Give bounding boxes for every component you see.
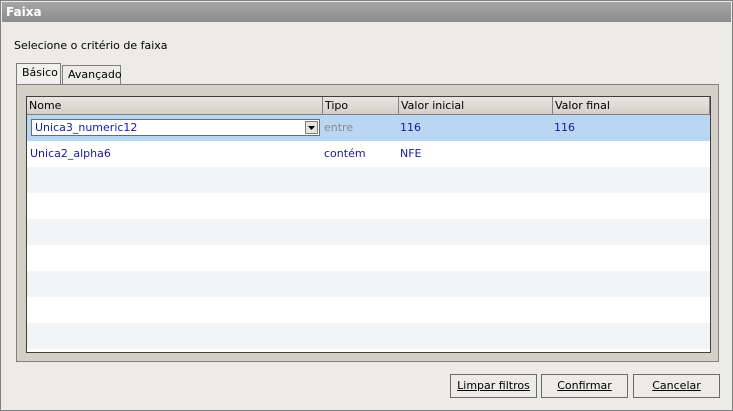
table-row[interactable] xyxy=(27,219,710,245)
tab-avancado[interactable]: Avançado xyxy=(62,65,122,84)
cell-valor-inicial[interactable]: NFE xyxy=(400,141,422,167)
cell-tipo[interactable]: contém xyxy=(324,141,366,167)
table-body: Unica3_numeric12 entre 116 116 Unica2_al… xyxy=(27,115,710,352)
tab-panel-basico: Nome Tipo Valor inicial Valor final Unic… xyxy=(16,84,719,362)
table-row[interactable] xyxy=(27,323,710,349)
table-row[interactable]: Unica2_alpha6 contém NFE xyxy=(27,141,710,167)
nome-combobox[interactable]: Unica3_numeric12 xyxy=(31,119,320,136)
table-row[interactable] xyxy=(27,193,710,219)
column-header-tipo[interactable]: Tipo xyxy=(323,97,399,115)
column-header-nome[interactable]: Nome xyxy=(27,97,323,115)
cell-tipo[interactable]: entre xyxy=(324,115,353,141)
confirm-button[interactable]: Confirmar xyxy=(541,374,628,398)
table-header: Nome Tipo Valor inicial Valor final xyxy=(27,97,710,115)
cancel-button[interactable]: Cancelar xyxy=(633,374,720,398)
column-header-valor-inicial[interactable]: Valor inicial xyxy=(399,97,553,115)
dialog-title: Faixa xyxy=(2,2,731,22)
table-row[interactable] xyxy=(27,245,710,271)
table-row[interactable] xyxy=(27,167,710,193)
cell-nome[interactable]: Unica2_alpha6 xyxy=(30,141,111,167)
chevron-down-icon[interactable] xyxy=(305,121,318,134)
clear-filters-button[interactable]: Limpar filtros xyxy=(450,374,537,398)
column-header-valor-final[interactable]: Valor final xyxy=(553,97,710,115)
tab-basico[interactable]: Básico xyxy=(16,63,61,84)
cell-valor-final[interactable]: 116 xyxy=(554,115,575,141)
cell-valor-inicial[interactable]: 116 xyxy=(400,115,421,141)
table-row[interactable] xyxy=(27,271,710,297)
criteria-table: Nome Tipo Valor inicial Valor final Unic… xyxy=(26,96,711,353)
faixa-dialog: Faixa Selecione o critério de faixa Bási… xyxy=(0,0,733,411)
criteria-prompt: Selecione o critério de faixa xyxy=(14,39,168,52)
combobox-value: Unica3_numeric12 xyxy=(35,121,138,134)
table-row[interactable] xyxy=(27,297,710,323)
table-row[interactable]: Unica3_numeric12 entre 116 116 xyxy=(27,115,710,141)
